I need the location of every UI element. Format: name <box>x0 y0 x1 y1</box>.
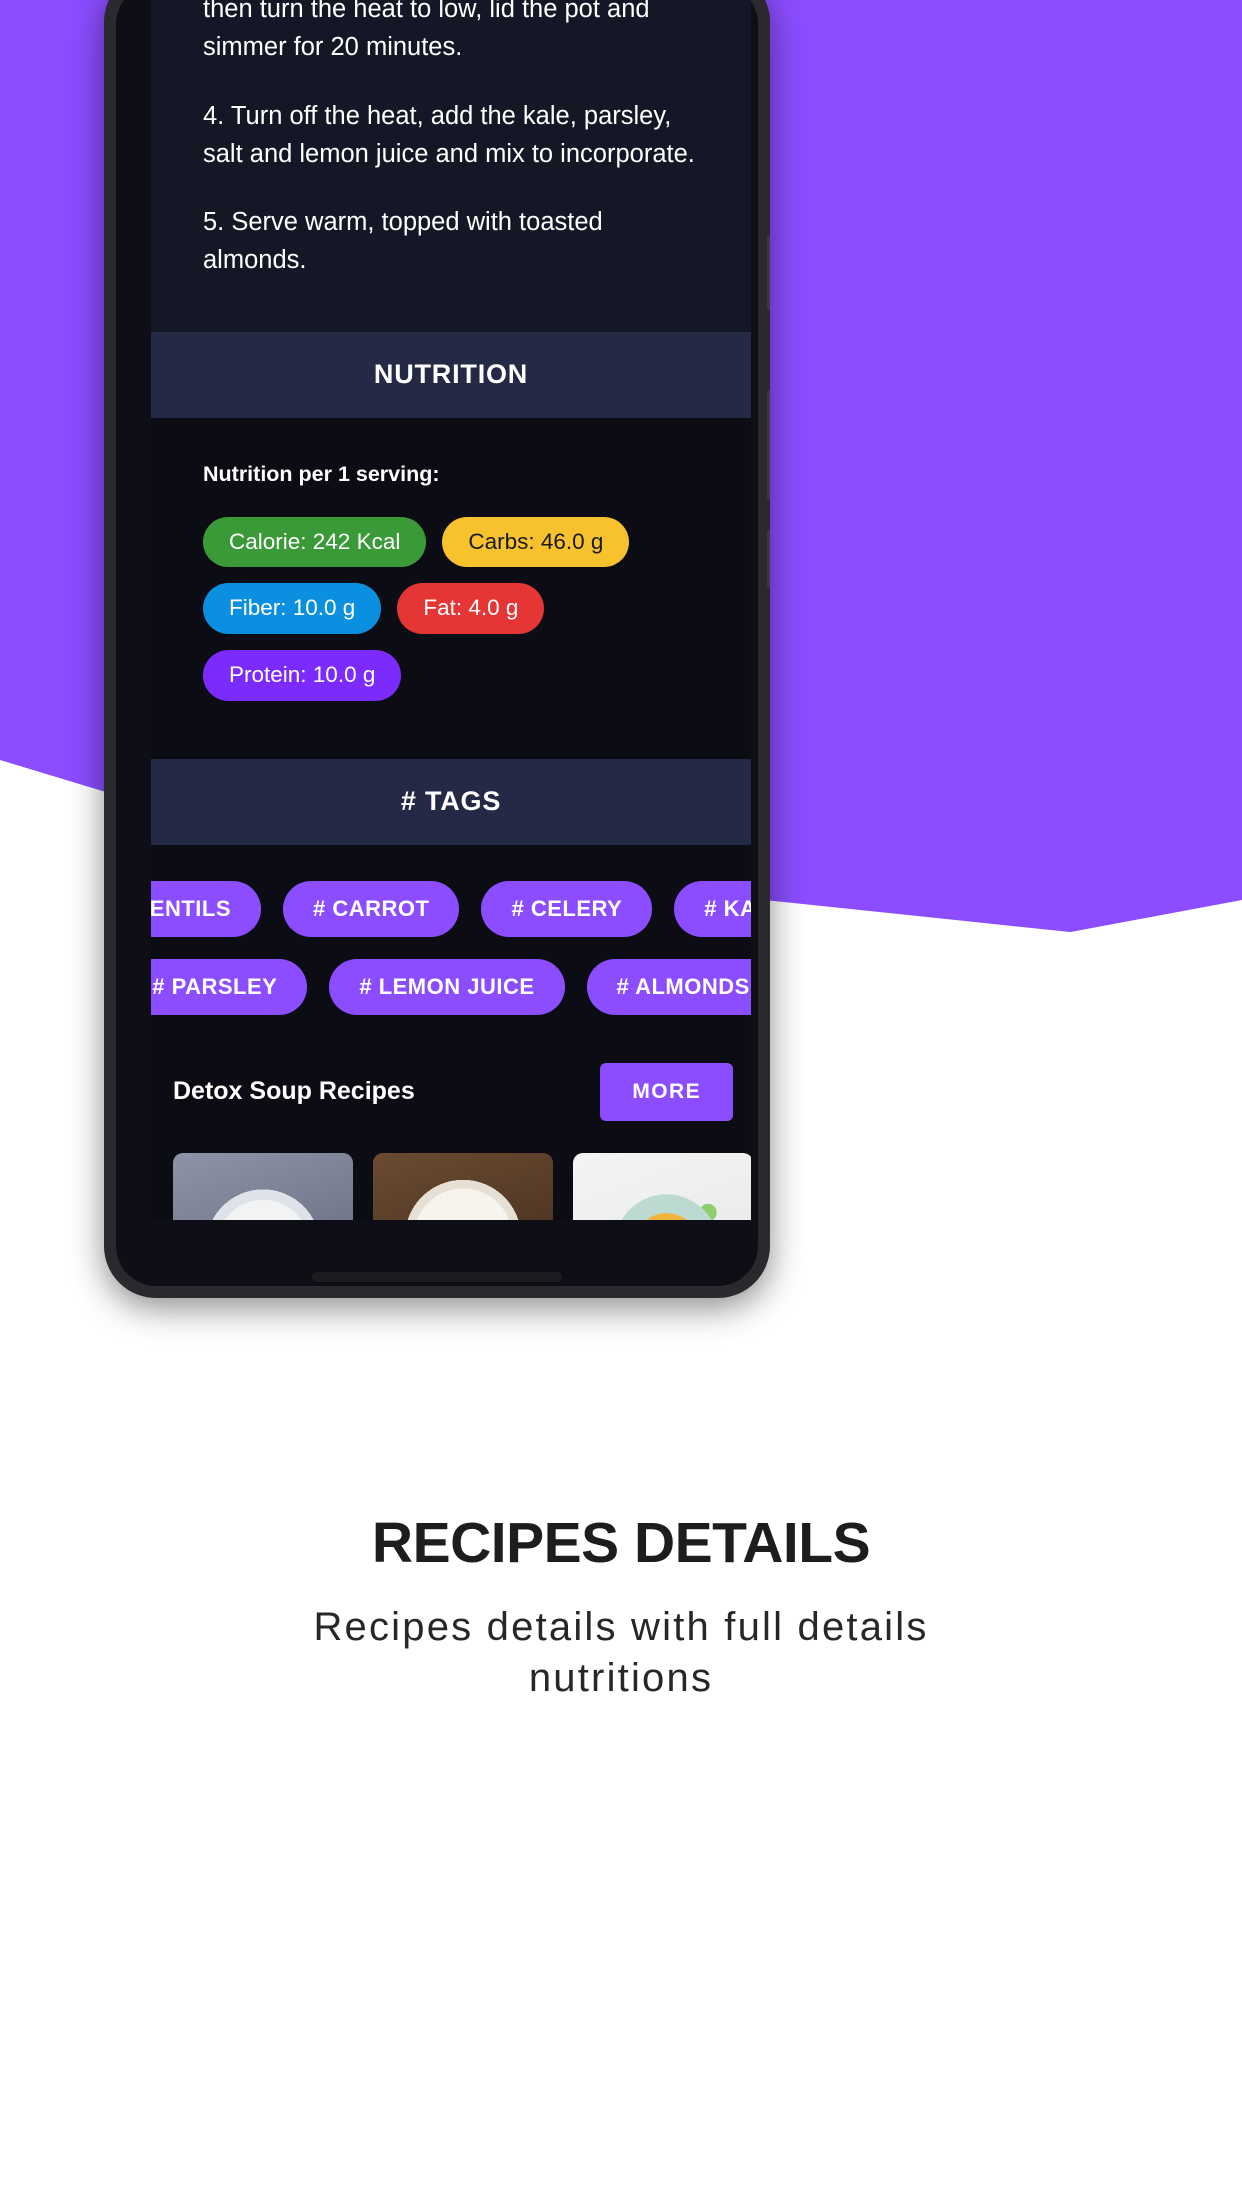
recipe-card[interactable]: Vegetarian Butter Bean So... 452 Kcal <box>373 1152 553 1220</box>
recipe-card-image <box>173 1152 353 1220</box>
app-screen: then turn the heat to low, lid the pot a… <box>151 0 751 1220</box>
nutrition-pill-calorie: Calorie: 242 Kcal <box>203 516 427 568</box>
recipe-card-image <box>573 1152 751 1220</box>
recipe-card[interactable]: Butternut Squash and Carrot Soup 187 Kca… <box>573 1152 751 1220</box>
tag-celery[interactable]: # CELERY <box>481 880 653 937</box>
nutrition-section-header: NUTRITION <box>151 331 751 418</box>
tag-almonds[interactable]: # ALMONDS <box>586 958 751 1015</box>
phone-mockup: then turn the heat to low, lid the pot a… <box>104 0 770 1298</box>
nutrition-pill-fat: Fat: 4.0 g <box>397 583 545 634</box>
promo-caption: RECIPES DETAILS Recipes details with ful… <box>0 1500 1242 1704</box>
recipe-card[interactable]: Detox Vegetable Soup 42 Kcal <box>173 1152 353 1220</box>
recipe-steps-panel: then turn the heat to low, lid the pot a… <box>151 0 751 332</box>
nutrition-pill-fiber: Fiber: 10.0 g <box>203 583 382 634</box>
nutrition-pill-list: Calorie: 242 Kcal Carbs: 46.0 g Fiber: 1… <box>203 516 699 701</box>
nutrition-pill-protein: Protein: 10.0 g <box>203 650 402 701</box>
related-recipes-title: Detox Soup Recipes <box>173 1077 415 1106</box>
tags-panel: # LENTILS # CARROT # CELERY # KALE # PAR… <box>151 844 751 1047</box>
promo-screenshot: then turn the heat to low, lid the pot a… <box>0 0 1242 2208</box>
phone-screen-bezel: then turn the heat to low, lid the pot a… <box>116 0 758 1286</box>
phone-side-button-1 <box>767 235 770 310</box>
phone-side-button-2 <box>767 390 770 500</box>
related-recipes-list: Detox Vegetable Soup 42 Kcal Vegetarian … <box>151 1121 751 1220</box>
more-button[interactable]: MORE <box>600 1062 733 1121</box>
tags-section-header: # TAGS <box>151 758 751 845</box>
tag-row: # LENTILS # CARROT # CELERY # KALE <box>151 880 751 937</box>
recipe-step: 4. Turn off the heat, add the kale, pars… <box>203 101 695 168</box>
nutrition-pill-carbs: Carbs: 46.0 g <box>442 516 630 568</box>
recipe-step: then turn the heat to low, lid the pot a… <box>203 0 650 62</box>
related-recipes-header: Detox Soup Recipes MORE <box>151 1047 751 1121</box>
recipe-card-image <box>373 1152 553 1220</box>
tags-section-title: # TAGS <box>400 786 502 817</box>
tag-lemon-juice[interactable]: # LEMON JUICE <box>329 958 565 1015</box>
tag-kale[interactable]: # KALE <box>674 880 751 937</box>
recipe-step: 5. Serve warm, topped with toasted almon… <box>203 208 603 275</box>
tag-carrot[interactable]: # CARROT <box>283 880 460 937</box>
caption-subtitle: Recipes details with full details nutrit… <box>313 1605 929 1701</box>
tag-row: # PARSLEY # LEMON JUICE # ALMONDS <box>151 958 751 1015</box>
nutrition-serving-label: Nutrition per 1 serving: <box>203 461 440 486</box>
phone-side-button-3 <box>767 530 770 588</box>
tag-parsley[interactable]: # PARSLEY <box>151 958 308 1015</box>
home-indicator <box>312 1272 562 1282</box>
nutrition-section-title: NUTRITION <box>373 359 529 389</box>
tag-lentils[interactable]: # LENTILS <box>151 880 262 937</box>
nutrition-panel: Nutrition per 1 serving: Calorie: 242 Kc… <box>151 417 751 759</box>
caption-title: RECIPES DETAILS <box>371 1511 871 1575</box>
